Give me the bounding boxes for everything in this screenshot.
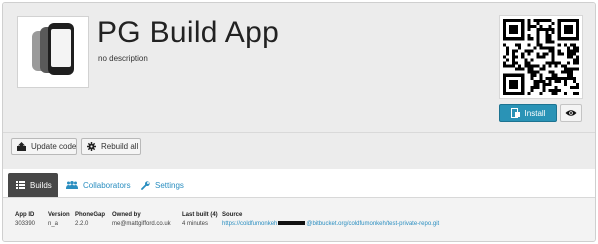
app-id-field: App ID 303390 bbox=[15, 212, 36, 227]
app-header: PG Build App no description Install bbox=[3, 3, 595, 131]
preview-button[interactable] bbox=[560, 104, 582, 122]
rebuild-all-label: Rebuild all bbox=[101, 142, 139, 151]
tab-builds[interactable]: Builds bbox=[8, 173, 58, 197]
users-icon bbox=[66, 181, 78, 189]
eye-icon bbox=[565, 109, 577, 117]
source-field: Source https://coldfumonkeh @bitbucket.or… bbox=[222, 212, 440, 227]
app-icon bbox=[17, 16, 89, 88]
build-details: App ID 303390 Version n_a PhoneGap 2.2.0… bbox=[3, 198, 595, 241]
tab-collaborators-label: Collaborators bbox=[83, 180, 131, 190]
version-field: Version n_a bbox=[48, 212, 70, 227]
app-title: PG Build App bbox=[97, 16, 280, 49]
install-button[interactable]: Install bbox=[499, 104, 557, 122]
action-bar: Update code Rebuild all bbox=[3, 132, 595, 161]
wrench-icon bbox=[141, 180, 150, 190]
install-icon bbox=[510, 108, 520, 118]
upload-icon bbox=[17, 142, 26, 151]
rebuild-all-button[interactable]: Rebuild all bbox=[81, 138, 141, 155]
owned-by-field: Owned by me@mattgifford.co.uk bbox=[112, 212, 171, 227]
source-link[interactable]: https://coldfumonkeh @bitbucket.org/coldf… bbox=[222, 221, 439, 227]
update-code-label: Update code bbox=[31, 142, 77, 151]
redacted-text bbox=[278, 221, 306, 226]
qr-code[interactable] bbox=[499, 15, 583, 99]
tab-bar: Builds Collaborators Settings bbox=[3, 169, 595, 197]
last-built-field: Last built (4) 4 minutes bbox=[182, 212, 218, 227]
update-code-button[interactable]: Update code bbox=[11, 138, 77, 155]
gear-icon bbox=[87, 142, 96, 151]
app-page: PG Build App no description Install Upda… bbox=[2, 2, 596, 242]
app-description: no description bbox=[98, 54, 148, 63]
install-label: Install bbox=[524, 108, 546, 118]
phonegap-field: PhoneGap 2.2.0 bbox=[75, 212, 106, 227]
tab-collaborators[interactable]: Collaborators bbox=[58, 173, 133, 197]
tab-settings[interactable]: Settings bbox=[133, 173, 186, 197]
tab-settings-label: Settings bbox=[155, 180, 184, 190]
tab-builds-label: Builds bbox=[30, 180, 52, 190]
list-icon bbox=[16, 181, 25, 189]
